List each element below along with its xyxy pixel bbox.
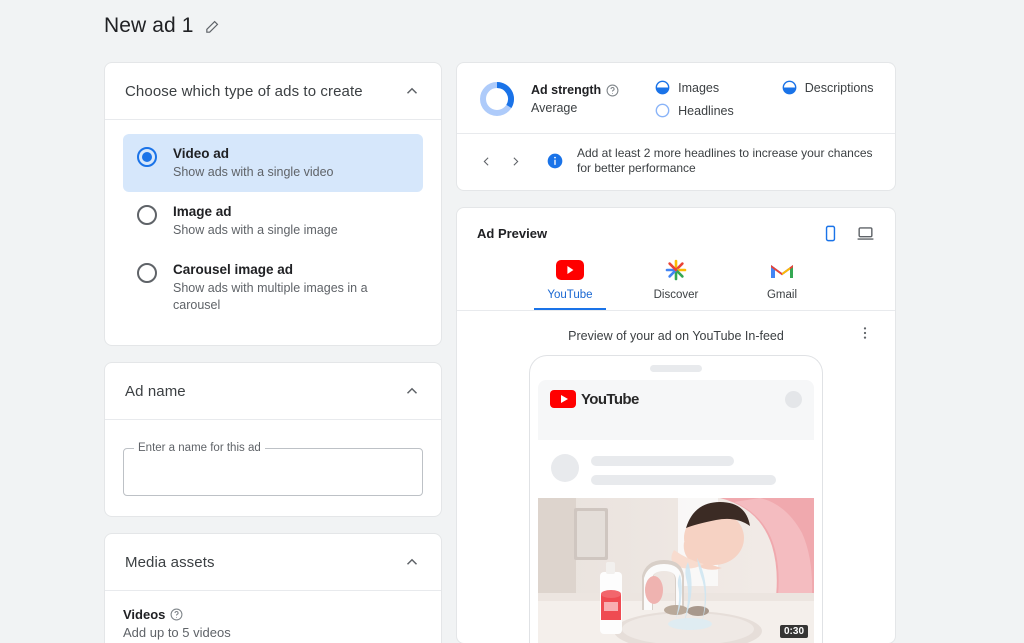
- tab-label: Discover: [653, 289, 699, 301]
- info-icon: [547, 153, 563, 169]
- device-toggle: [821, 224, 875, 243]
- radio-indicator[interactable]: [137, 147, 157, 167]
- ad-strength-tip-text: Add at least 2 more headlines to increas…: [577, 146, 873, 175]
- ads-editor-page: New ad 1 Choose which type of ads to cre…: [0, 0, 1024, 643]
- preview-video-thumbnail: 0:30: [538, 498, 814, 643]
- videos-label-text: Videos: [123, 607, 166, 622]
- chevron-right-icon[interactable]: [504, 149, 527, 173]
- radio-option-carousel-image-ad[interactable]: Carousel image ad Show ads with multiple…: [123, 250, 423, 325]
- ad-strength-value: Average: [531, 101, 578, 115]
- media-assets-card-title: Media assets: [125, 553, 215, 571]
- empty-circle-icon: [655, 103, 670, 118]
- chevron-left-icon[interactable]: [475, 149, 498, 173]
- checklist-item-images: Images: [655, 80, 734, 95]
- radio-option-video-ad[interactable]: Video ad Show ads with a single video: [123, 134, 423, 192]
- option-description: Show ads with multiple images in a carou…: [173, 281, 368, 312]
- chevron-up-icon[interactable]: [403, 553, 421, 571]
- checklist-item-descriptions: Descriptions: [782, 80, 874, 95]
- youtube-app-bar: YouTube: [538, 380, 814, 418]
- youtube-logo: YouTube: [550, 390, 639, 408]
- ad-type-card-header[interactable]: Choose which type of ads to create: [105, 63, 441, 119]
- tab-gmail[interactable]: Gmail: [746, 255, 818, 310]
- right-column: Ad strength Average Images Descriptions …: [456, 62, 896, 643]
- option-description: Show ads with a single image: [173, 223, 338, 237]
- gmail-icon: [769, 255, 795, 285]
- ad-preview-card: Ad Preview YouTube Discover Gmail Previe…: [456, 207, 896, 643]
- placeholder-line: [591, 475, 776, 485]
- tab-label: YouTube: [547, 289, 593, 301]
- ad-strength-card: Ad strength Average Images Descriptions …: [456, 62, 896, 191]
- mobile-view-icon[interactable]: [821, 224, 840, 243]
- app-bar-spacer: [538, 418, 814, 440]
- ad-name-card-title: Ad name: [125, 382, 186, 400]
- option-label: Image ad: [173, 204, 232, 219]
- help-circle-icon[interactable]: [606, 84, 619, 97]
- tab-youtube[interactable]: YouTube: [534, 255, 606, 310]
- ad-preview-subtitle: Preview of your ad on YouTube In-feed: [568, 329, 784, 343]
- ad-name-field-label: Enter a name for this ad: [134, 442, 265, 454]
- ad-strength-summary: Ad strength Average Images Descriptions …: [457, 63, 895, 133]
- ad-name-input[interactable]: [124, 449, 422, 495]
- ad-name-card: Ad name Enter a name for this ad: [104, 362, 442, 517]
- radio-indicator[interactable]: [137, 263, 157, 283]
- ad-strength-checklist: Images Descriptions Headlines: [655, 80, 874, 118]
- ad-type-options: Video ad Show ads with a single video Im…: [105, 120, 441, 345]
- ad-strength-title-row: Ad strength: [531, 83, 619, 97]
- checklist-label: Descriptions: [804, 80, 874, 95]
- half-filled-circle-icon: [782, 80, 797, 95]
- videos-section-sub: Add up to 5 videos: [123, 625, 231, 640]
- chevron-up-icon[interactable]: [403, 82, 421, 100]
- youtube-wordmark: YouTube: [581, 390, 639, 408]
- discover-icon: [664, 255, 688, 285]
- chevron-up-icon[interactable]: [403, 382, 421, 400]
- tab-discover[interactable]: Discover: [640, 255, 712, 310]
- option-description: Show ads with a single video: [173, 165, 334, 179]
- ad-strength-title: Ad strength: [531, 83, 602, 97]
- videos-section-label: Videos: [123, 607, 423, 622]
- ad-preview-title: Ad Preview: [477, 226, 548, 241]
- platform-tabs: YouTube Discover Gmail: [457, 249, 895, 310]
- media-assets-card: Media assets Videos Add up to 5 videos: [104, 533, 442, 643]
- phone-speaker-notch: [650, 365, 702, 372]
- ad-preview-subtitle-row: Preview of your ad on YouTube In-feed: [457, 311, 895, 355]
- ad-preview-header: Ad Preview: [457, 208, 895, 249]
- more-vertical-icon[interactable]: [857, 325, 873, 341]
- phone-mockup: YouTube 0:30: [529, 355, 823, 643]
- tab-label: Gmail: [766, 289, 798, 301]
- phone-screen: YouTube 0:30: [538, 380, 814, 643]
- pencil-icon[interactable]: [204, 18, 221, 35]
- ad-type-card: Choose which type of ads to create Video…: [104, 62, 442, 346]
- checklist-item-headlines: Headlines: [655, 103, 734, 118]
- ad-name-field-wrapper[interactable]: Enter a name for this ad: [123, 442, 423, 496]
- video-duration-badge: 0:30: [779, 625, 808, 638]
- youtube-icon: [556, 255, 584, 285]
- ad-strength-tip-row: Add at least 2 more headlines to increas…: [457, 134, 895, 190]
- checklist-label: Images: [678, 80, 720, 95]
- ad-name-card-header[interactable]: Ad name: [105, 363, 441, 419]
- placeholder-line: [591, 456, 734, 466]
- radio-indicator[interactable]: [137, 205, 157, 225]
- half-filled-circle-icon: [655, 80, 670, 95]
- checklist-label: Headlines: [678, 103, 734, 118]
- phone-preview-wrapper: YouTube 0:30: [457, 355, 895, 643]
- option-label: Video ad: [173, 146, 230, 161]
- feed-placeholder-row: [538, 440, 814, 498]
- left-column: Choose which type of ads to create Video…: [104, 62, 442, 643]
- page-title-row: New ad 1: [104, 14, 221, 38]
- ad-type-card-title: Choose which type of ads to create: [125, 82, 363, 100]
- radio-option-image-ad[interactable]: Image ad Show ads with a single image: [123, 192, 423, 250]
- help-circle-icon[interactable]: [170, 608, 183, 621]
- option-label: Carousel image ad: [173, 262, 294, 277]
- page-title: New ad 1: [104, 14, 194, 37]
- placeholder-avatar: [551, 454, 579, 482]
- ad-strength-donut: [477, 79, 517, 119]
- avatar: [785, 390, 802, 408]
- media-assets-card-header[interactable]: Media assets: [105, 534, 441, 590]
- desktop-view-icon[interactable]: [856, 224, 875, 243]
- youtube-play-icon: [550, 390, 576, 408]
